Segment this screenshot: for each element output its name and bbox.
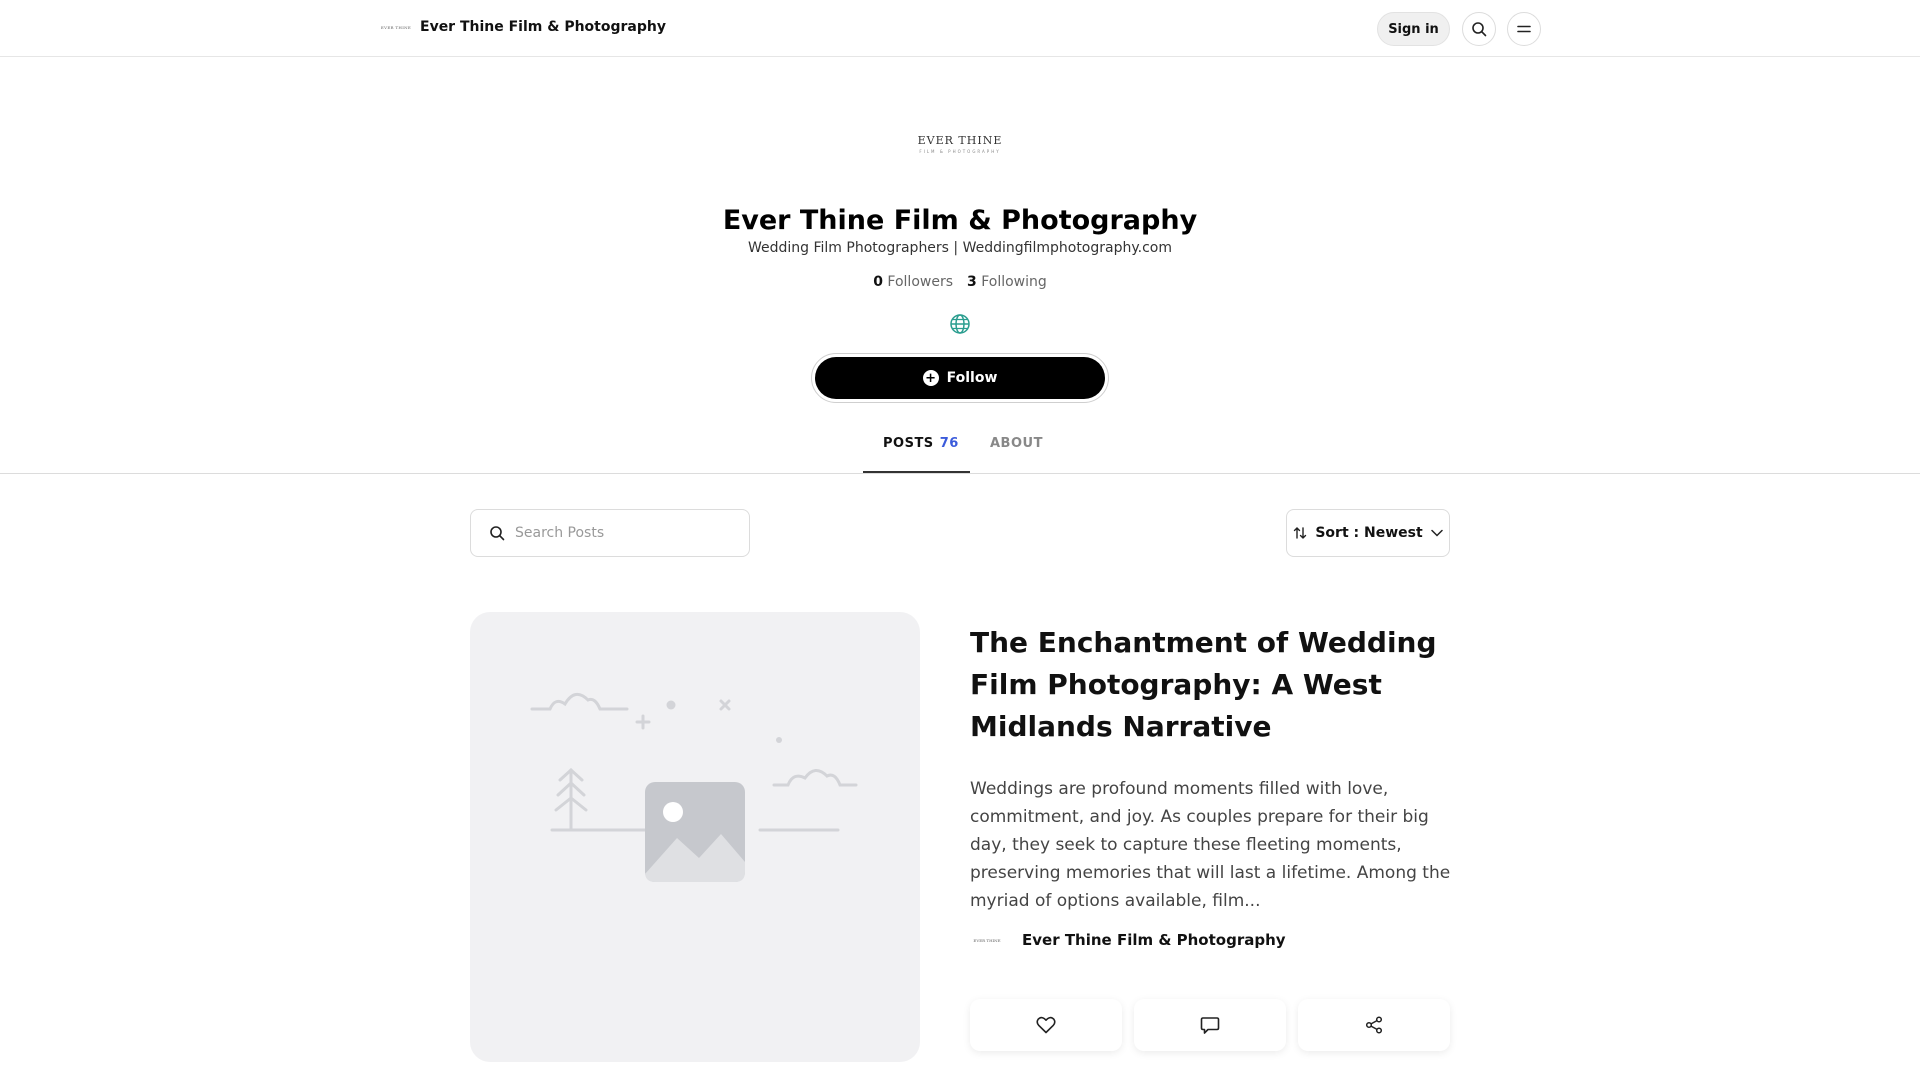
follow-stats: 0 Followers 3 Following <box>0 274 1920 290</box>
tab-about[interactable]: ABOUT <box>990 436 1043 451</box>
profile-logo-line1: EVER THINE <box>917 134 1003 147</box>
post-author[interactable]: EVER THINE Ever Thine Film & Photography <box>970 930 1286 950</box>
post-image-placeholder[interactable] <box>470 612 920 1062</box>
sort-dropdown[interactable]: Sort : Newest <box>1286 509 1450 557</box>
menu-button[interactable] <box>1507 12 1541 46</box>
profile-subtitle: Wedding Film Photographers | Weddingfilm… <box>747 240 1172 256</box>
top-bar: EVER THINE Ever Thine Film & Photography… <box>0 0 1920 57</box>
search-posts-box[interactable] <box>470 509 750 557</box>
search-button[interactable] <box>1462 12 1496 46</box>
brand-logo: EVER THINE <box>380 22 412 32</box>
heart-icon <box>1036 1016 1056 1034</box>
tab-posts-label: POSTS <box>883 436 934 451</box>
profile-logo: EVER THINE FILM & PHOTOGRAPHY <box>0 134 1920 154</box>
sort-icon <box>1294 527 1307 539</box>
like-button[interactable] <box>970 999 1122 1051</box>
profile-title: Ever Thine Film & Photography <box>722 205 1198 236</box>
post-title[interactable]: The Enchantment of Wedding Film Photogra… <box>970 622 1460 748</box>
brand-name[interactable]: Ever Thine Film & Photography <box>420 19 666 35</box>
image-placeholder-icon <box>530 692 858 882</box>
following-count: 3 <box>967 274 977 290</box>
following-stat[interactable]: 3 Following <box>967 274 1047 290</box>
post-excerpt: Weddings are profound moments filled wit… <box>970 779 1451 911</box>
plus-circle-icon: + <box>922 370 939 386</box>
follow-button[interactable]: + Follow <box>815 357 1105 399</box>
comment-button[interactable] <box>1134 999 1286 1051</box>
search-icon <box>490 526 505 541</box>
menu-icon <box>1517 25 1531 33</box>
comment-icon <box>1200 1016 1220 1034</box>
website-link[interactable] <box>948 312 972 336</box>
follow-label: Follow <box>946 370 998 386</box>
tabs-divider <box>0 473 1920 474</box>
globe-icon <box>950 314 970 334</box>
author-avatar: EVER THINE <box>970 930 1004 950</box>
tab-posts-count: 76 <box>939 436 959 451</box>
followers-stat[interactable]: 0 Followers <box>873 274 953 290</box>
sign-in-button[interactable]: Sign in <box>1377 12 1450 46</box>
sort-label: Sort : Newest <box>1315 525 1423 541</box>
followers-count: 0 <box>873 274 883 290</box>
followers-label: Followers <box>887 274 953 290</box>
follow-button-wrapper: + Follow <box>811 353 1109 403</box>
share-icon <box>1365 1016 1383 1034</box>
share-button[interactable] <box>1298 999 1450 1051</box>
following-label: Following <box>981 274 1047 290</box>
author-logo-text: EVER THINE <box>973 937 1001 943</box>
tab-about-label: ABOUT <box>990 436 1043 451</box>
tab-posts[interactable]: POSTS 76 <box>883 436 959 451</box>
author-name: Ever Thine Film & Photography <box>1022 931 1286 949</box>
brand-logo-text: EVER THINE <box>380 24 412 30</box>
profile-logo-line2: FILM & PHOTOGRAPHY <box>919 149 1001 154</box>
brand-link[interactable]: EVER THINE Ever Thine Film & Photography <box>380 19 666 35</box>
search-posts-input[interactable] <box>515 525 735 541</box>
chevron-down-icon <box>1430 529 1443 537</box>
search-icon <box>1472 22 1487 37</box>
